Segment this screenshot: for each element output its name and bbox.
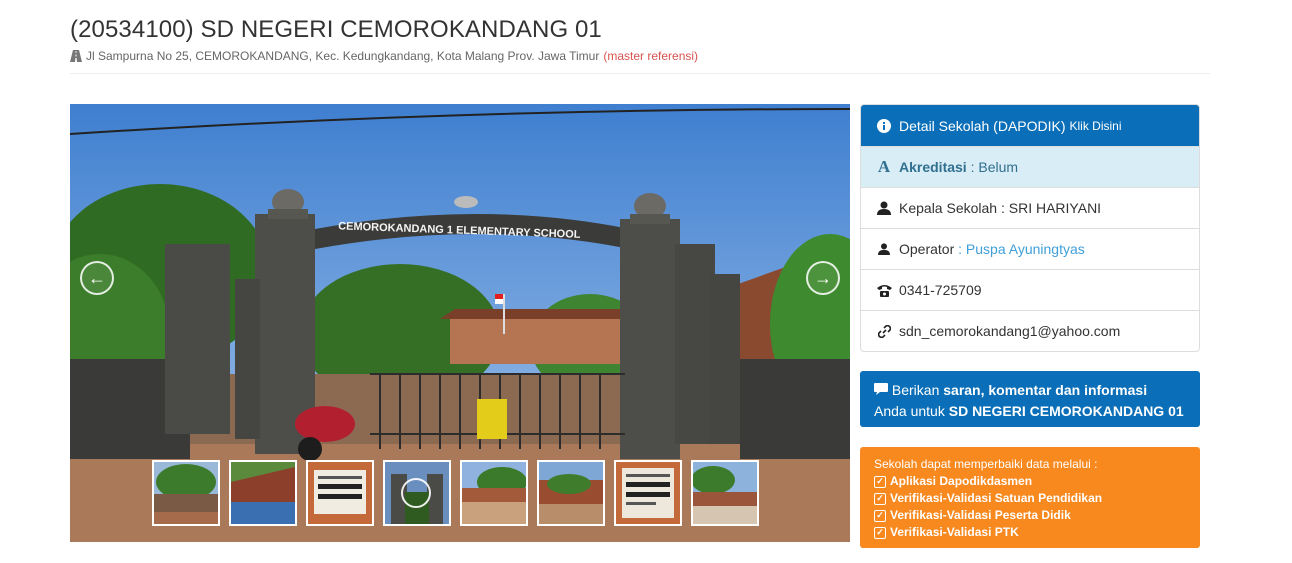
- phone-value: 0341-725709: [899, 282, 982, 298]
- link-icon: [876, 323, 892, 339]
- feedback-school: SD NEGERI CEMOROKANDANG 01: [948, 403, 1184, 419]
- feedback-line-2: Anda untuk SD NEGERI CEMOROKANDANG 01: [874, 401, 1186, 421]
- link-label: Verifikasi-Validasi Satuan Pendidikan: [890, 491, 1103, 505]
- link-aplikasi-dapodikdasmen[interactable]: ✓ Aplikasi Dapodikdasmen: [874, 473, 1186, 490]
- thumbnail-5[interactable]: [460, 460, 528, 526]
- operator-row: Operator : Puspa Ayuningtyas: [861, 228, 1199, 269]
- link-verval-ptk[interactable]: ✓ Verifikasi-Validasi PTK: [874, 524, 1186, 541]
- thumbnail-6[interactable]: [537, 460, 605, 526]
- kepala-sep: :: [997, 200, 1009, 216]
- phone-icon: [876, 282, 892, 298]
- detail-label: Detail Sekolah (DAPODIK): [899, 117, 1066, 134]
- link-verval-peserta-didik[interactable]: ✓ Verifikasi-Validasi Peserta Didik: [874, 507, 1186, 524]
- address-text: Jl Sampurna No 25, CEMOROKANDANG, Kec. K…: [86, 49, 600, 63]
- check-square-icon: ✓: [874, 526, 886, 539]
- check-square-icon: ✓: [874, 492, 886, 505]
- operator-user-icon: [876, 241, 892, 257]
- master-referensi-link[interactable]: (master referensi): [603, 49, 698, 63]
- akreditasi-label: Akreditasi: [899, 159, 967, 175]
- operator-value[interactable]: Puspa Ayuningtyas: [966, 241, 1085, 257]
- circle-arrow-right-icon: →: [814, 267, 832, 288]
- akreditasi-value: Belum: [978, 159, 1019, 175]
- thumbnail-overlay-icon: [401, 478, 431, 508]
- akreditasi-sep: :: [966, 159, 979, 175]
- info-icon: [876, 118, 892, 134]
- gallery-next-button[interactable]: →: [806, 261, 840, 295]
- thumbnail-2[interactable]: [229, 460, 297, 526]
- feedback-button[interactable]: Berikan saran, komentar dan informasi An…: [860, 371, 1200, 427]
- detail-sekolah-link[interactable]: Detail Sekolah (DAPODIK) Klik Disini: [861, 105, 1199, 146]
- check-square-icon: ✓: [874, 475, 886, 488]
- thumbnail-1[interactable]: [152, 460, 220, 526]
- feedback-bold: saran, komentar dan informasi: [943, 382, 1148, 398]
- repair-intro: Sekolah dapat memperbaiki data melalui :: [874, 457, 1098, 471]
- gallery-thumbnails: [152, 460, 759, 526]
- kepala-label: Kepala Sekolah: [899, 200, 998, 216]
- feedback-line-1: Berikan saran, komentar dan informasi: [874, 380, 1186, 401]
- link-label: Verifikasi-Validasi Peserta Didik: [890, 508, 1071, 522]
- operator-label: Operator: [899, 241, 955, 257]
- circle-arrow-left-icon: ←: [88, 267, 106, 288]
- email-value[interactable]: sdn_cemorokandang1@yahoo.com: [899, 323, 1120, 339]
- feedback-prefix: Berikan: [891, 382, 940, 398]
- thumbnail-4[interactable]: [383, 460, 451, 526]
- thumbnail-8[interactable]: [691, 460, 759, 526]
- comment-icon: [874, 381, 888, 401]
- link-verval-satuan-pendidikan[interactable]: ✓ Verifikasi-Validasi Satuan Pendidikan: [874, 490, 1186, 507]
- thumbnail-7[interactable]: [614, 460, 682, 526]
- header-divider: [70, 73, 1210, 74]
- gallery-prev-button[interactable]: ←: [80, 261, 114, 295]
- school-info-panel: Detail Sekolah (DAPODIK) Klik Disini A A…: [860, 104, 1200, 352]
- kepala-value: SRI HARIYANI: [1008, 200, 1102, 216]
- thumbnail-3[interactable]: [306, 460, 374, 526]
- data-repair-box: Sekolah dapat memperbaiki data melalui :…: [860, 447, 1200, 548]
- phone-row: 0341-725709: [861, 269, 1199, 310]
- akreditasi-icon: A: [877, 157, 891, 176]
- link-label: Aplikasi Dapodikdasmen: [890, 474, 1033, 488]
- photo-gallery[interactable]: CEMOROKANDANG 1 ELEMENTARY SCHOOL ← →: [70, 104, 850, 542]
- detail-click-text: Klik Disini: [1069, 118, 1122, 133]
- school-address: Jl Sampurna No 25, CEMOROKANDANG, Kec. K…: [70, 49, 698, 63]
- check-square-icon: ✓: [874, 509, 886, 522]
- email-row: sdn_cemorokandang1@yahoo.com: [861, 310, 1199, 351]
- user-icon: [876, 200, 892, 216]
- road-icon: [70, 50, 82, 62]
- operator-sep: :: [954, 241, 966, 257]
- feedback-line2-prefix: Anda untuk: [874, 403, 945, 419]
- akreditasi-row: A Akreditasi : Belum: [861, 146, 1199, 187]
- link-label: Verifikasi-Validasi PTK: [890, 525, 1019, 539]
- kepala-sekolah-row: Kepala Sekolah : SRI HARIYANI: [861, 187, 1199, 228]
- page-title: (20534100) SD NEGERI CEMOROKANDANG 01: [70, 16, 602, 43]
